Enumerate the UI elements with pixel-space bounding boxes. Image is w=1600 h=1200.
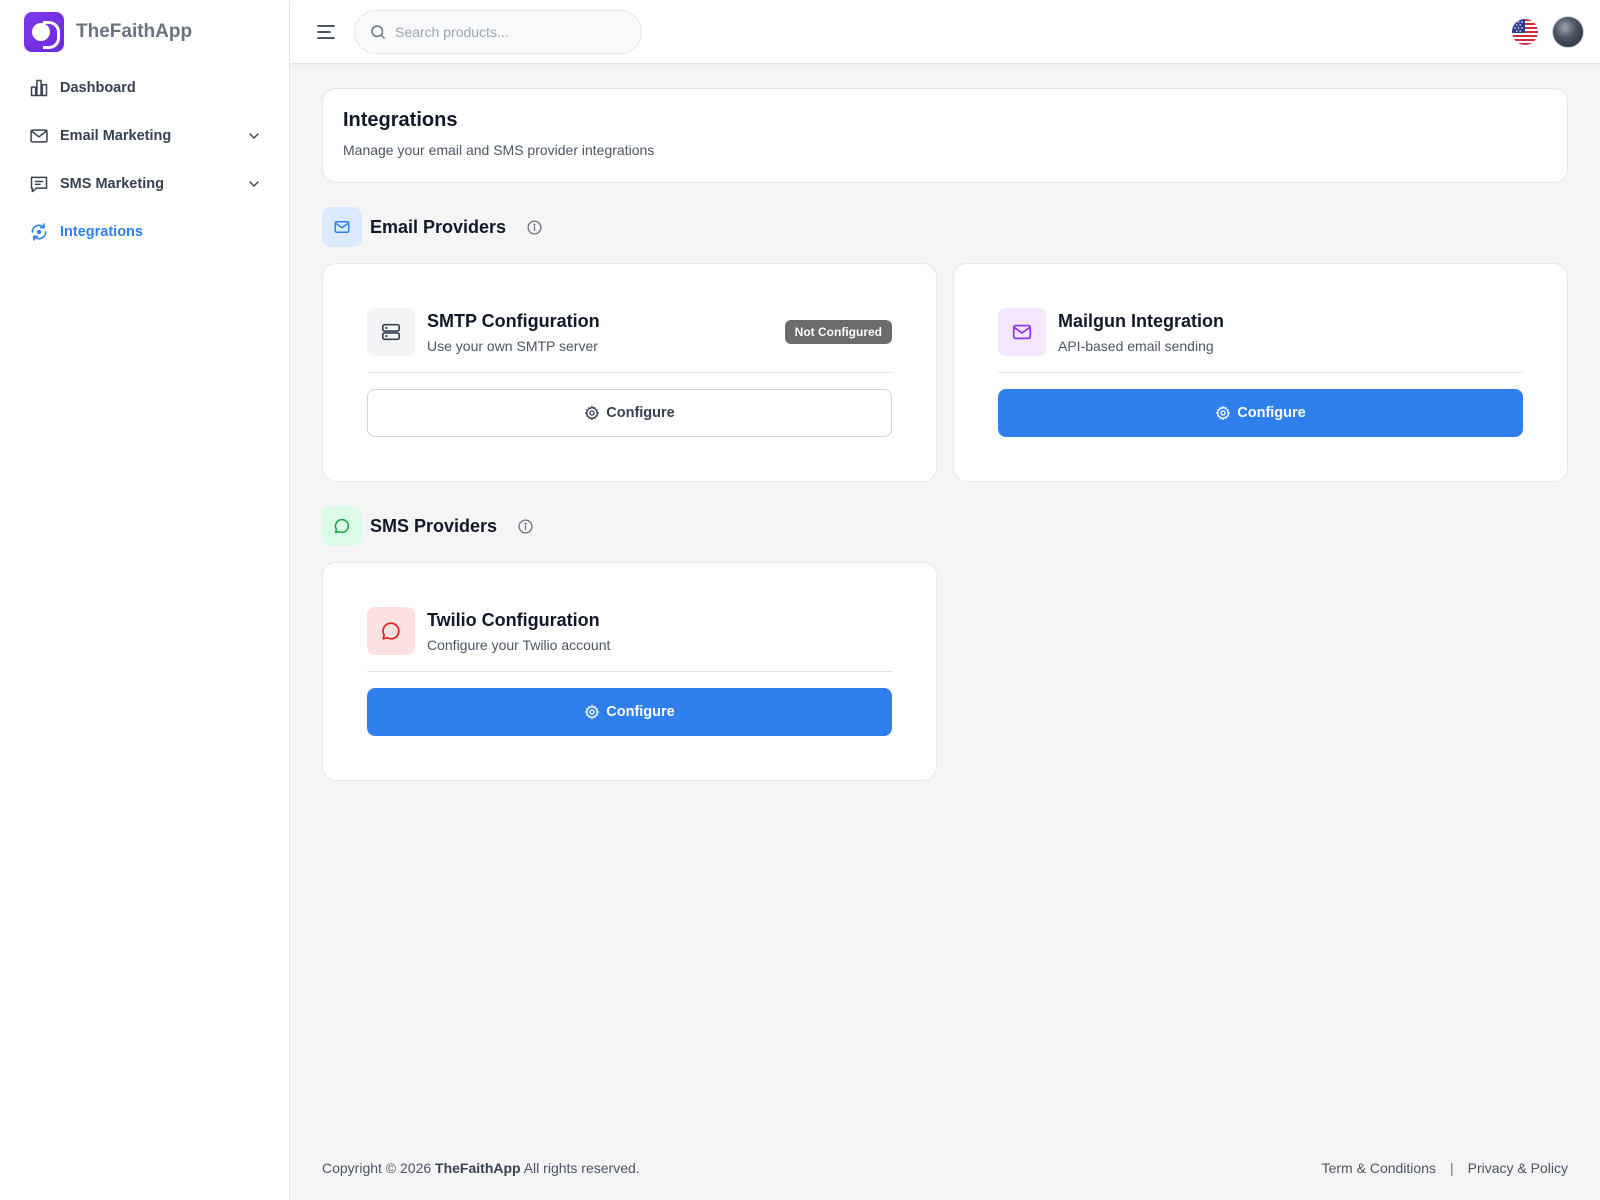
sidebar-item-label: SMS Marketing	[60, 176, 164, 192]
mail-icon	[28, 125, 50, 147]
status-badge: Not Configured	[784, 320, 892, 344]
card-description: Configure your Twilio account	[427, 636, 611, 653]
bar-chart-icon	[28, 77, 50, 99]
page-header: Integrations Manage your email and SMS p…	[322, 88, 1568, 183]
brand-logo	[24, 12, 64, 52]
search-box[interactable]	[354, 10, 642, 54]
sidebar: TheFaithApp Dashboard Email Marketing SM…	[0, 0, 290, 1200]
page-title: Integrations	[343, 109, 458, 131]
card-title: SMTP Configuration	[427, 310, 600, 331]
gear-icon	[1216, 406, 1231, 420]
us-flag-icon[interactable]	[1512, 19, 1538, 45]
card-title: Mailgun Integration	[1058, 310, 1224, 331]
search-icon	[371, 25, 385, 39]
divider	[367, 372, 892, 373]
refresh-icon	[28, 221, 50, 243]
gear-icon	[585, 705, 600, 719]
privacy-link[interactable]: Privacy & Policy	[1468, 1160, 1568, 1176]
footer-links: Term & Conditions | Privacy & Policy	[1322, 1160, 1568, 1176]
info-icon[interactable]	[526, 219, 543, 236]
info-icon[interactable]	[517, 518, 534, 535]
copyright-prefix: Copyright © 2026	[322, 1160, 432, 1176]
mailgun-card: Mailgun Integration API-based email send…	[953, 263, 1568, 482]
chevron-down-icon[interactable]	[246, 176, 262, 192]
copyright: Copyright © 2026 TheFaithApp All rights …	[322, 1160, 640, 1176]
sidebar-item-integrations[interactable]: Integrations	[0, 208, 290, 256]
gear-icon	[585, 406, 600, 420]
sidebar-item-dashboard[interactable]: Dashboard	[0, 64, 290, 112]
footer-separator: |	[1450, 1160, 1454, 1176]
smtp-configure-button[interactable]: Configure	[367, 389, 892, 437]
sidebar-nav: Dashboard Email Marketing SMS Marketing …	[0, 64, 290, 256]
brand-name: TheFaithApp	[76, 21, 193, 42]
footer: Copyright © 2026 TheFaithApp All rights …	[322, 1160, 1568, 1176]
mail-icon	[322, 207, 362, 247]
server-icon	[367, 308, 415, 356]
copyright-brand: TheFaithApp	[435, 1160, 521, 1176]
card-description: Use your own SMTP server	[427, 337, 598, 354]
sidebar-item-label: Integrations	[60, 224, 143, 240]
email-providers-header: Email Providers	[322, 207, 1568, 247]
message-square-icon	[28, 173, 50, 195]
sidebar-item-sms-marketing[interactable]: SMS Marketing	[0, 160, 290, 208]
sidebar-item-email-marketing[interactable]: Email Marketing	[0, 112, 290, 160]
copyright-suffix: All rights reserved.	[523, 1160, 640, 1176]
twilio-card: Twilio Configuration Configure your Twil…	[322, 562, 937, 781]
card-title: Twilio Configuration	[427, 609, 600, 630]
card-description: API-based email sending	[1058, 337, 1214, 354]
menu-icon[interactable]	[314, 20, 338, 44]
mailgun-configure-button[interactable]: Configure	[998, 389, 1523, 437]
message-circle-icon	[322, 506, 362, 546]
user-avatar[interactable]	[1552, 16, 1584, 48]
section-title: SMS Providers	[370, 515, 498, 536]
sidebar-item-label: Email Marketing	[60, 128, 172, 144]
button-label: Configure	[1237, 405, 1306, 421]
sms-provider-cards: Twilio Configuration Configure your Twil…	[322, 562, 1568, 781]
sms-providers-header: SMS Providers	[322, 506, 1568, 546]
button-label: Configure	[606, 704, 675, 720]
brand[interactable]: TheFaithApp	[24, 12, 192, 52]
email-provider-cards: SMTP Configuration Use your own SMTP ser…	[322, 263, 1568, 482]
top-bar	[290, 0, 1600, 64]
main-content: Integrations Manage your email and SMS p…	[322, 88, 1568, 781]
message-circle-icon	[367, 607, 415, 655]
search-input[interactable]	[395, 24, 625, 40]
divider	[367, 671, 892, 672]
chevron-down-icon[interactable]	[246, 128, 262, 144]
page-subtitle: Manage your email and SMS provider integ…	[343, 142, 655, 158]
section-title: Email Providers	[370, 216, 507, 237]
terms-link[interactable]: Term & Conditions	[1322, 1160, 1436, 1176]
smtp-card: SMTP Configuration Use your own SMTP ser…	[322, 263, 937, 482]
mail-icon	[998, 308, 1046, 356]
twilio-configure-button[interactable]: Configure	[367, 688, 892, 736]
sidebar-item-label: Dashboard	[60, 80, 136, 96]
divider	[998, 372, 1523, 373]
button-label: Configure	[606, 405, 675, 421]
